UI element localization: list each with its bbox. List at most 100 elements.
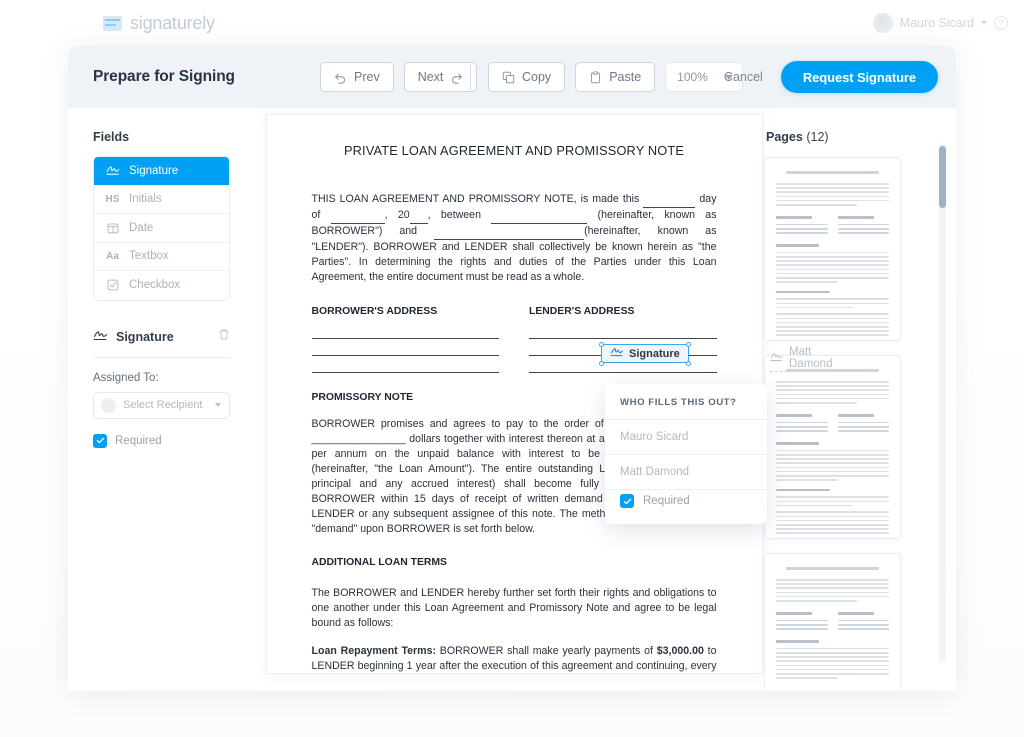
text-icon: Aa [106, 250, 119, 262]
pages-heading: Pages (12) [766, 130, 956, 144]
next-button[interactable]: Next [403, 62, 478, 92]
para4-part-a: BORROWER shall make yearly payments of [436, 645, 657, 657]
resize-handle-bottom-right[interactable] [686, 360, 692, 366]
address-blank [311, 327, 499, 339]
calendar-icon [105, 222, 120, 234]
field-item-checkbox[interactable]: Checkbox [94, 271, 229, 300]
main-card: Prepare for Signing Prev Next Copy Paste… [68, 46, 956, 691]
chevron-down-icon [215, 403, 221, 407]
popup-option-matt-damond[interactable]: Matt Damond [605, 455, 767, 490]
user-menu[interactable]: Mauro Sicard ? [872, 0, 1008, 46]
field-properties-header: Signature [93, 328, 230, 346]
paste-button[interactable]: Paste [575, 62, 656, 92]
page-title: Prepare for Signing [93, 68, 235, 85]
field-item-signature[interactable]: Signature [94, 157, 229, 186]
popup-required-label: Required [643, 495, 690, 507]
app-root: signaturely Mauro Sicard ? Prepare for S… [0, 0, 1024, 737]
help-icon[interactable]: ? [994, 16, 1008, 30]
para1-part-c: , 20 [384, 209, 410, 221]
resize-handle-top-right[interactable] [686, 341, 692, 347]
signature-icon [770, 352, 783, 365]
repayment-terms-label: Loan Repayment Terms: [311, 645, 437, 657]
field-label: Signature [129, 164, 179, 177]
field-label: Checkbox [129, 279, 181, 292]
page-thumbnail-list[interactable] [764, 157, 930, 687]
brand-logo[interactable]: signaturely [103, 13, 215, 34]
signature-icon [105, 165, 120, 176]
copy-icon [502, 71, 515, 83]
popup-title: WHO FILLS THIS OUT? [605, 397, 767, 420]
thumb-title-bar [786, 171, 879, 174]
trash-icon[interactable] [218, 328, 230, 346]
field-item-textbox[interactable]: Aa Textbox [94, 242, 229, 271]
address-blank [311, 344, 499, 356]
redo-arrow-icon [452, 73, 463, 84]
borrower-address-block: BORROWER'S ADDRESS [311, 298, 499, 378]
document-viewport[interactable]: PRIVATE LOAN AGREEMENT AND PROMISSORY NO… [264, 108, 847, 691]
recipient-select[interactable]: Select Recipient [93, 391, 230, 419]
thumb-title-bar [786, 567, 879, 570]
page-thumbnail[interactable] [764, 355, 901, 539]
brand-name: signaturely [130, 12, 215, 33]
placed-signature-label: Signature [629, 347, 680, 360]
cancel-button[interactable]: Cancel [724, 70, 763, 84]
lender-address-block: LENDER'S ADDRESS [529, 298, 717, 378]
popup-required-checkbox[interactable] [620, 494, 634, 508]
fields-list: Signature HS Initials Date Aa Textbox Ch… [93, 156, 230, 301]
ghost-signature-name: Matt Damond [789, 346, 833, 370]
field-item-initials[interactable]: HS Initials [94, 185, 229, 214]
zoom-value: 100% [677, 70, 708, 84]
placed-signature-field[interactable]: Signature [598, 341, 692, 366]
prev-label: Prev [354, 70, 380, 84]
required-checkbox[interactable] [93, 433, 107, 448]
signaturely-logo-icon [103, 15, 122, 31]
lender-address-heading: LENDER'S ADDRESS [529, 306, 635, 317]
toolbar-divider [470, 64, 471, 90]
blank-line [491, 208, 588, 224]
fields-heading: Fields [93, 130, 130, 144]
pages-count: (12) [806, 130, 829, 144]
avatar [872, 13, 893, 33]
recipient-placeholder: Select Recipient [123, 399, 203, 411]
para1-part-d: , between [427, 209, 492, 221]
resize-handle-bottom-left[interactable] [598, 360, 604, 366]
chevron-down-icon[interactable] [981, 21, 987, 25]
ghost-signature-field[interactable]: Matt Damond [770, 346, 847, 372]
address-blank [311, 361, 499, 373]
pages-scrollbar-thumb[interactable] [939, 146, 946, 208]
address-row: BORROWER'S ADDRESS LENDER'S ADDRESS [311, 298, 717, 378]
field-properties-title: Signature [93, 330, 174, 344]
next-label: Next [417, 70, 444, 84]
action-button-group: Cancel Request Signature [724, 61, 938, 93]
copy-button[interactable]: Copy [488, 62, 566, 92]
who-fills-this-out-popup: WHO FILLS THIS OUT? Mauro Sicard Matt Da… [605, 384, 767, 524]
repayment-amount: $3,000.00 [656, 645, 704, 657]
document-paragraph-4: Loan Repayment Terms: BORROWER shall mak… [311, 644, 717, 673]
field-item-date[interactable]: Date [94, 214, 229, 243]
document-title: PRIVATE LOAN AGREEMENT AND PROMISSORY NO… [343, 143, 685, 158]
address-blank [529, 327, 717, 339]
signature-icon [610, 347, 624, 360]
pages-scrollbar-track[interactable] [939, 143, 946, 663]
document-paragraph-1: THIS LOAN AGREEMENT AND PROMISSORY NOTE,… [312, 192, 717, 285]
blank-line [434, 224, 585, 240]
divider [93, 356, 230, 358]
required-label: Required [115, 434, 162, 447]
page-thumbnail[interactable] [764, 553, 901, 687]
additional-terms-heading: ADDITIONAL LOAN TERMS [311, 557, 447, 568]
resize-handle-top-left[interactable] [598, 341, 604, 347]
popup-option-mauro-sicard[interactable]: Mauro Sicard [605, 420, 767, 455]
page-thumbnail[interactable] [764, 157, 901, 341]
field-label: Initials [129, 193, 162, 206]
prev-button[interactable]: Prev [320, 62, 394, 92]
field-label: Textbox [129, 250, 169, 263]
blank-line [643, 192, 696, 208]
paste-label: Paste [609, 70, 642, 84]
signature-icon [93, 330, 108, 344]
recipient-avatar-icon [101, 397, 116, 413]
required-row: Required [93, 433, 264, 448]
request-signature-button[interactable]: Request Signature [780, 61, 938, 93]
document-paragraph-3: The BORROWER and LENDER hereby further s… [311, 587, 717, 629]
blank-line [330, 208, 385, 224]
checkbox-icon [105, 279, 120, 291]
